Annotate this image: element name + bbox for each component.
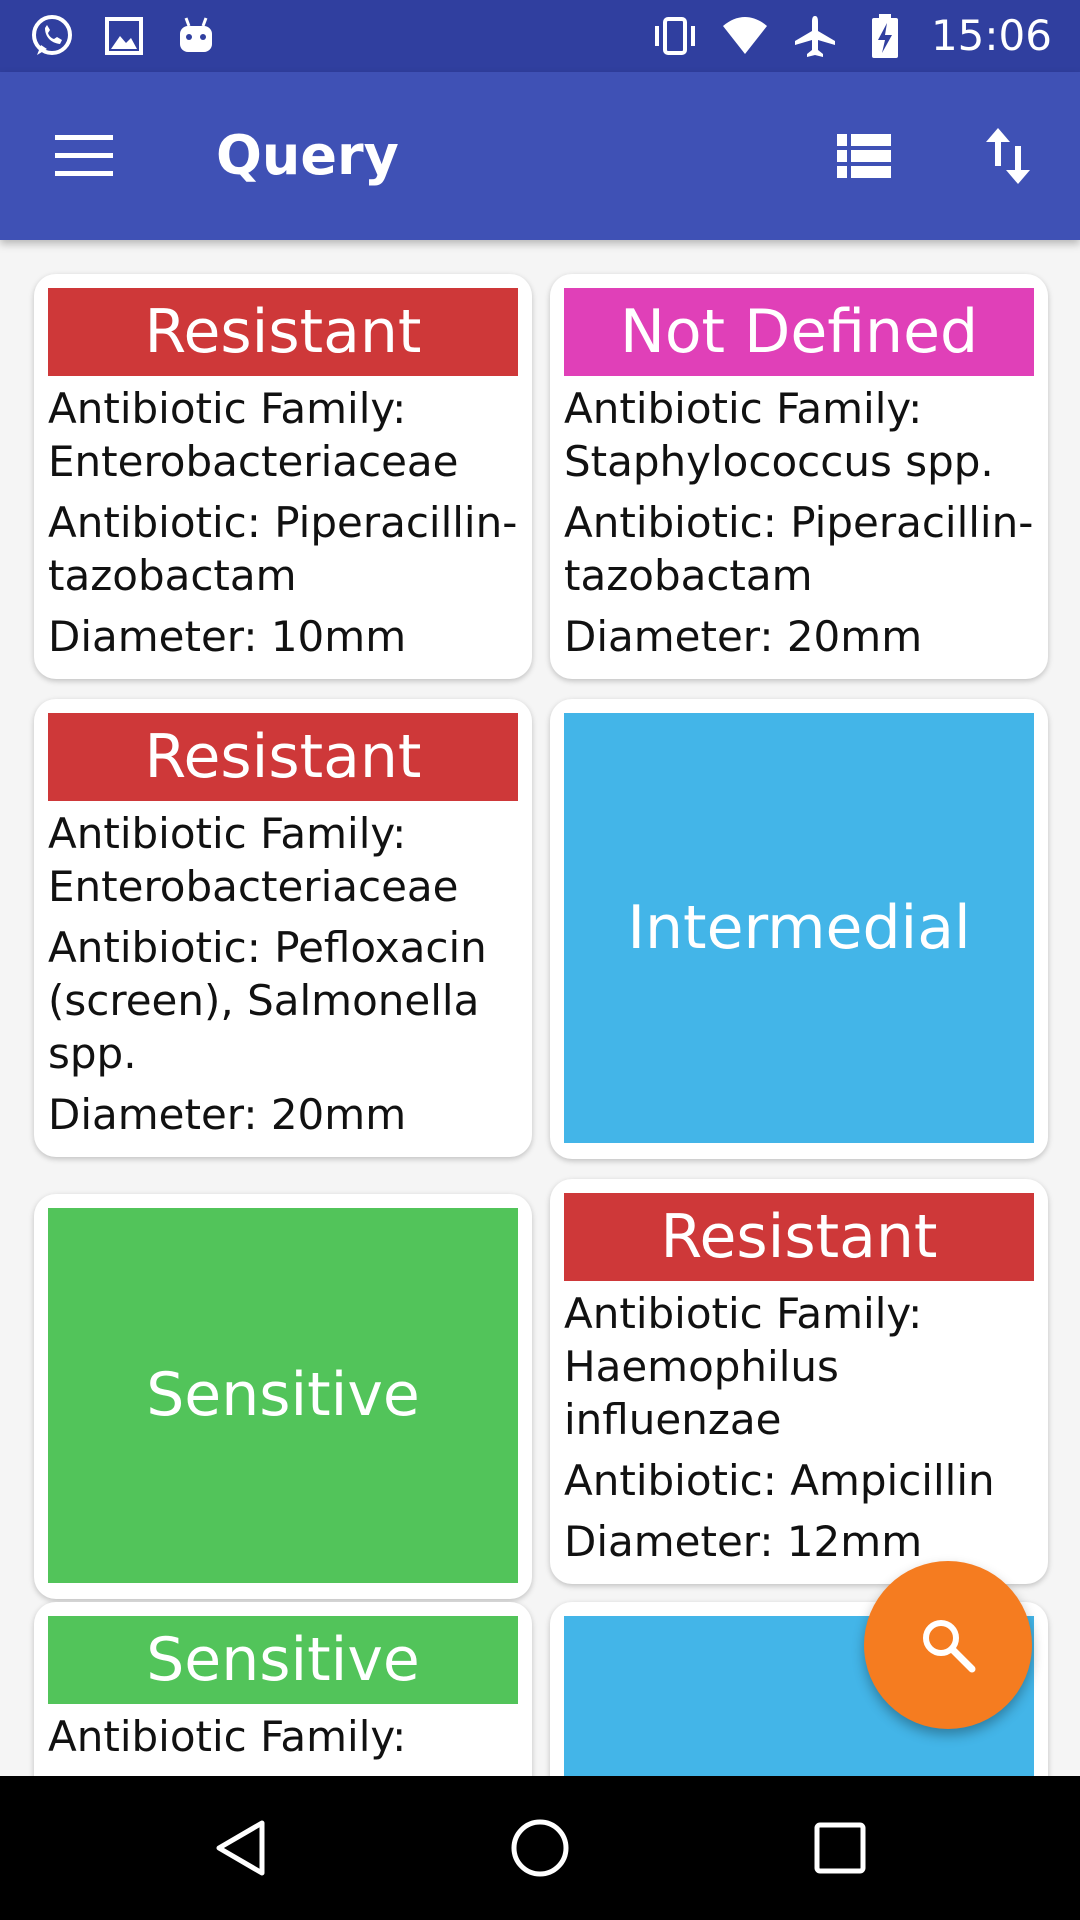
result-card[interactable]: Sensitive [34, 1194, 532, 1599]
status-bar: 15:06 [0, 0, 1080, 72]
results-grid[interactable]: Resistant Antibiotic Family: Enterobacte… [0, 240, 1080, 1776]
antibiotic-name: Antibiotic: Pefloxacin (screen), Salmone… [48, 923, 487, 1078]
status-badge: Sensitive [48, 1616, 518, 1704]
antibiotic-family: Antibiotic Family: Staphylococcus spp. [564, 384, 994, 486]
status-badge: Resistant [564, 1193, 1034, 1281]
status-badge: Resistant [48, 713, 518, 801]
clock: 15:06 [930, 11, 1052, 60]
home-button[interactable] [500, 1812, 580, 1884]
diameter: Diameter: 12mm [564, 1517, 923, 1566]
android-icon [172, 12, 220, 60]
back-icon [216, 1820, 265, 1876]
antibiotic-family: Antibiotic Family: [48, 1712, 407, 1761]
whatsapp-icon [28, 12, 76, 60]
recents-icon [814, 1822, 866, 1874]
app-bar: Query [0, 72, 1080, 240]
status-badge: Intermedial [564, 713, 1034, 1143]
antibiotic-name: Antibiotic: Ampicillin [564, 1456, 995, 1505]
result-card[interactable]: Intermedial [550, 699, 1048, 1159]
home-icon [511, 1819, 569, 1877]
list-view-icon [837, 134, 891, 178]
diameter: Diameter: 10mm [48, 612, 407, 661]
antibiotic-family: Antibiotic Family: Enterobacteriaceae [48, 384, 459, 486]
status-badge: Sensitive [48, 1208, 518, 1583]
result-card[interactable]: Resistant Antibiotic Family: Haemophilus… [550, 1179, 1048, 1584]
antibiotic-name: Antibiotic: Piperacillin-tazobactam [564, 498, 1034, 600]
antibiotic-family: Antibiotic Family: Haemophilus influenza… [564, 1289, 923, 1444]
result-card[interactable]: Not Defined Antibiotic Family: Staphyloc… [550, 274, 1048, 679]
hamburger-icon [55, 135, 113, 176]
antibiotic-family: Antibiotic Family: Enterobacteriaceae [48, 809, 459, 911]
result-card[interactable]: Resistant Antibiotic Family: Enterobacte… [34, 699, 532, 1157]
recents-button[interactable] [800, 1812, 880, 1884]
list-view-button[interactable] [824, 120, 904, 192]
battery-charging-icon [861, 12, 909, 60]
navigation-bar [0, 1776, 1080, 1920]
sort-icon [986, 128, 1030, 184]
status-badge: Resistant [48, 288, 518, 376]
image-icon [100, 12, 148, 60]
result-card[interactable]: Resistant Antibiotic Family: Enterobacte… [34, 274, 532, 679]
back-button[interactable] [200, 1812, 280, 1884]
sort-button[interactable] [968, 120, 1048, 192]
menu-button[interactable] [40, 120, 128, 192]
diameter: Diameter: 20mm [48, 1090, 407, 1139]
status-badge: Not Defined [564, 288, 1034, 376]
antibiotic-name: Antibiotic: Piperacillin-tazobactam [48, 498, 518, 600]
search-fab[interactable] [864, 1561, 1032, 1729]
result-card[interactable]: Sensitive Antibiotic Family: [34, 1602, 532, 1776]
vibrate-icon [651, 12, 699, 60]
search-icon [923, 1620, 976, 1673]
wifi-icon [721, 12, 769, 60]
airplane-icon [791, 12, 839, 60]
page-title: Query [216, 124, 399, 187]
diameter: Diameter: 20mm [564, 612, 923, 661]
